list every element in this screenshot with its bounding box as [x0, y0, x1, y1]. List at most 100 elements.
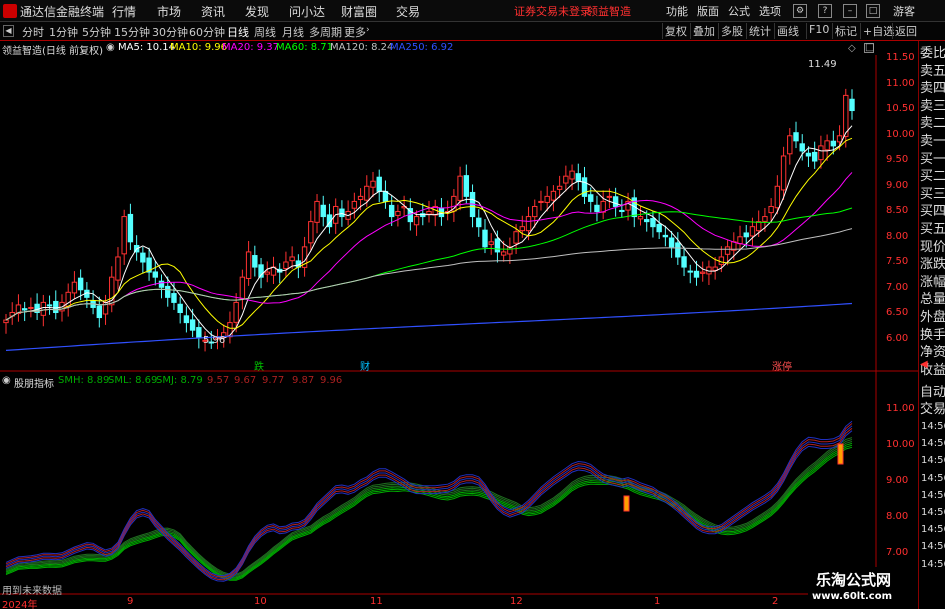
period-30min[interactable]: 30分钟: [152, 24, 188, 40]
period-weekly[interactable]: 周线: [254, 24, 276, 40]
candle-body: [799, 143, 805, 152]
button-stats[interactable]: 统计: [746, 23, 773, 39]
candle-body: [668, 237, 675, 248]
candle-body: [382, 190, 389, 202]
menu-item-trade[interactable]: 交易: [396, 3, 420, 20]
ma20-line: [5, 172, 853, 321]
price-tick-4: 9.50: [886, 154, 909, 165]
kline-chart[interactable]: [0, 41, 918, 609]
chevron-right-icon[interactable]: ›: [366, 25, 370, 35]
chevron-left-icon[interactable]: ◀: [3, 25, 14, 37]
ind-tick-4: 7.00: [886, 547, 909, 558]
trade-label-1[interactable]: 交易: [920, 401, 945, 419]
diamond-icon[interactable]: ◇: [848, 43, 856, 54]
quote-label-12: 涨跌: [920, 257, 945, 273]
login-warning[interactable]: 证券交易未登录: [514, 3, 591, 19]
menu-bar: 通达信金融终端 行情 市场 资讯 发现 问小达 财富圈 交易 证券交易未登录 领…: [0, 0, 945, 22]
quote-label-7: 买二: [920, 169, 945, 185]
button-overlay[interactable]: 叠加: [690, 23, 717, 39]
ind-band-line: [5, 442, 853, 579]
menu-item-discover[interactable]: 发现: [245, 3, 269, 20]
candle-body: [612, 196, 619, 207]
app-logo-icon: [3, 4, 17, 18]
trade-label-0[interactable]: 自动: [920, 384, 945, 402]
candle-body: [718, 256, 725, 265]
candle-body: [152, 271, 158, 278]
quote-label-10: 买五: [920, 222, 945, 237]
menu-item-options[interactable]: 选项: [759, 3, 781, 19]
candle-body: [830, 140, 837, 147]
ind-tick-2: 9.00: [886, 475, 909, 486]
button-adjust[interactable]: 复权: [662, 23, 689, 39]
button-f10[interactable]: F10: [806, 23, 831, 39]
ind-fast-line: [5, 425, 853, 579]
candle-body: [40, 301, 47, 316]
candle-body: [675, 242, 681, 258]
menu-item-function[interactable]: 功能: [666, 3, 688, 19]
guest-label[interactable]: 游客: [893, 3, 915, 19]
menu-item-layout[interactable]: 版面: [697, 3, 719, 19]
candle-body: [737, 236, 743, 245]
menu-item-formula[interactable]: 公式: [728, 3, 750, 19]
button-add-watchlist[interactable]: +自选: [860, 23, 896, 39]
price-tick-7: 8.00: [886, 230, 909, 242]
maximize-icon[interactable]: □: [866, 4, 880, 18]
candle-body: [183, 315, 190, 324]
date-tick-2: 10: [254, 596, 267, 607]
candle-body: [320, 204, 326, 218]
event-label-finance[interactable]: 财: [360, 358, 370, 373]
candle-body: [787, 135, 793, 155]
menu-item-ask[interactable]: 问小达: [289, 3, 325, 20]
button-back[interactable]: 返回: [892, 23, 919, 39]
candle-body: [196, 327, 202, 339]
candle-body: [457, 175, 463, 201]
candle-body: [619, 209, 625, 213]
tick-time-5: 14:56: [921, 507, 945, 518]
candle-body: [811, 151, 818, 162]
collapse-arrow-icon[interactable]: ◀: [920, 356, 945, 374]
settings-icon[interactable]: ⚙: [793, 4, 807, 18]
tick-time-6: 14:56: [921, 524, 945, 536]
ind-band-line: [5, 439, 853, 576]
watermark-url: www.60lt.com: [812, 591, 893, 602]
period-monthly[interactable]: 月线: [282, 24, 304, 40]
button-multi-stock[interactable]: 多股: [718, 23, 745, 39]
candle-body: [656, 223, 662, 233]
help-icon[interactable]: ?: [818, 4, 832, 18]
period-intraday[interactable]: 分时: [22, 24, 44, 40]
event-label-limitup[interactable]: 涨停: [772, 358, 792, 373]
period-multi[interactable]: 多周期: [309, 24, 342, 40]
window-toggle-icon[interactable]: □: [864, 43, 874, 53]
period-15min[interactable]: 15分钟: [114, 24, 150, 40]
menu-item-news[interactable]: 资讯: [201, 3, 225, 20]
menu-item-wealth[interactable]: 财富圈: [341, 3, 377, 20]
candle-body: [843, 94, 849, 137]
period-1min[interactable]: 1分钟: [49, 24, 78, 40]
future-data-note: 用到未来数据: [2, 586, 62, 597]
price-tick-6: 8.50: [886, 205, 909, 216]
quote-label-3: 卖三: [920, 98, 945, 114]
quote-label-11: 现价: [920, 239, 945, 255]
candle-body: [544, 195, 550, 203]
period-more[interactable]: 更多: [344, 24, 366, 40]
period-daily[interactable]: 日线: [227, 24, 249, 40]
candle-body: [488, 241, 494, 245]
menu-item-market[interactable]: 市场: [157, 3, 181, 20]
minimize-icon[interactable]: –: [843, 4, 857, 18]
button-mark[interactable]: 标记: [832, 23, 859, 39]
menu-item-quotes[interactable]: 行情: [112, 3, 136, 20]
candle-body: [476, 217, 482, 228]
event-label-drop[interactable]: 跌: [254, 358, 264, 373]
quote-label-16: 换手: [920, 327, 945, 343]
button-draw[interactable]: 画线: [774, 23, 801, 39]
candle-body: [289, 256, 295, 262]
candle-body: [600, 200, 606, 213]
tick-time-3: 14:56: [921, 472, 945, 484]
period-5min[interactable]: 5分钟: [82, 24, 111, 40]
candle-body: [239, 276, 246, 299]
candle-body: [824, 140, 830, 151]
candle-body: [252, 255, 258, 268]
candle-body: [500, 251, 507, 256]
tick-time-7: 14:56: [921, 541, 945, 553]
period-60min[interactable]: 60分钟: [189, 24, 225, 40]
